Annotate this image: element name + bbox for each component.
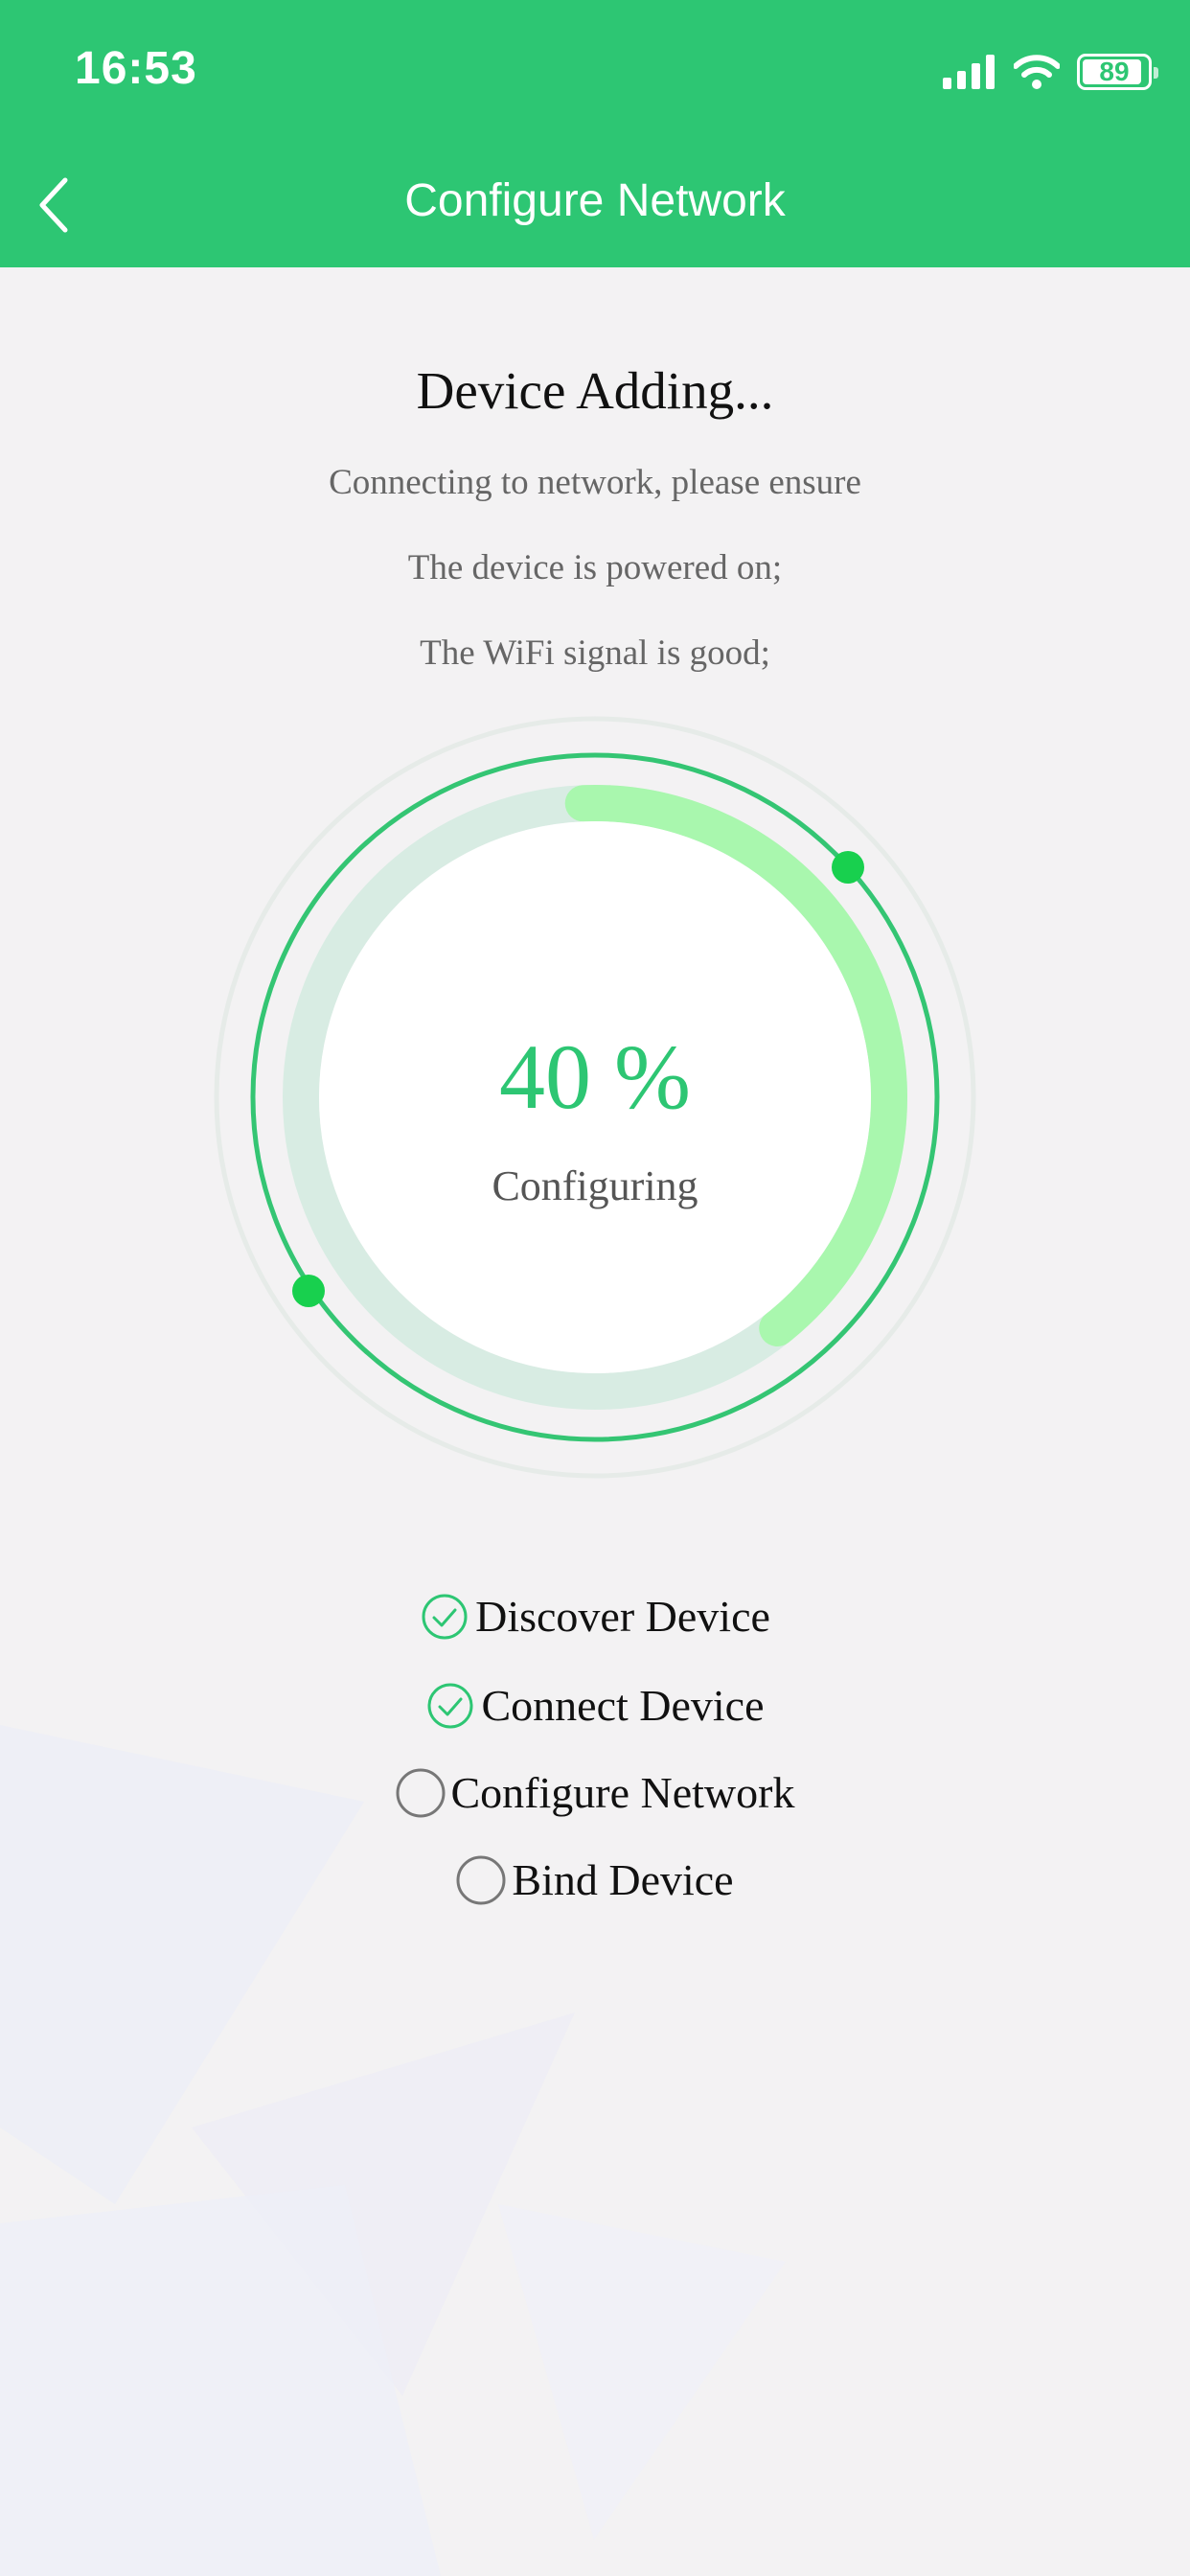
step-label: Bind Device — [512, 1855, 734, 1904]
signal-icon — [943, 55, 995, 89]
status-icons: 89 — [943, 50, 1158, 94]
battery-icon: 89 — [1077, 54, 1158, 90]
hint-text: The device is powered on; — [407, 548, 783, 587]
adding-heading: Device Adding... — [416, 361, 774, 420]
orbit-dot — [832, 851, 864, 884]
check-circle-icon — [425, 1681, 475, 1731]
step-bind-device: Bind Device — [0, 1854, 1190, 1905]
hint-text: Connecting to network, please ensure — [329, 463, 861, 502]
progress-status: Configuring — [492, 1162, 698, 1209]
step-connect-device: Connect Device — [0, 1680, 1190, 1731]
app-header: 16:53 89 Configure Network — [0, 0, 1190, 267]
wifi-icon — [1014, 55, 1060, 89]
background-decoration — [0, 1725, 786, 2576]
step-label: Connect Device — [481, 1681, 765, 1730]
hint-text: The WiFi signal is good; — [420, 633, 770, 673]
step-label: Configure Network — [450, 1768, 795, 1817]
check-circle-icon — [420, 1592, 469, 1642]
status-time: 16:53 — [75, 43, 197, 94]
empty-circle-icon — [396, 1768, 446, 1818]
page-title: Configure Network — [404, 175, 786, 226]
step-label: Discover Device — [475, 1592, 770, 1641]
step-configure-network: Configure Network — [0, 1767, 1190, 1818]
battery-percent: 89 — [1099, 57, 1130, 86]
orbit-dot — [292, 1275, 325, 1307]
step-discover-device: Discover Device — [0, 1591, 1190, 1642]
progress-percent: 40 % — [499, 1025, 691, 1128]
empty-circle-icon — [456, 1855, 506, 1905]
